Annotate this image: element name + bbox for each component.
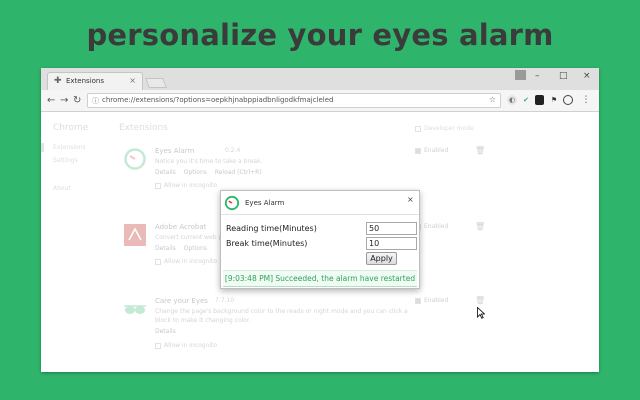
extension-links: Details Options Reload (Ctrl+R): [155, 169, 268, 176]
reload-link[interactable]: Reload (Ctrl+R): [215, 169, 262, 176]
extension-description: Change the page's background color to th…: [155, 308, 408, 315]
options-dialog: Eyes Alarm × Reading time(Minutes) Break…: [220, 190, 420, 289]
menu-icon[interactable]: ⋮: [581, 95, 591, 105]
dialog-close-icon[interactable]: ×: [407, 195, 414, 204]
extension-item-eyes-alarm: Eyes Alarm 0.2.4 Notice you it's time to…: [123, 146, 523, 195]
sidebar-active-marker: [41, 143, 44, 152]
dialog-title: Eyes Alarm: [245, 199, 285, 207]
extension-dark-icon[interactable]: [535, 95, 544, 105]
reading-time-input[interactable]: [366, 222, 417, 235]
new-tab-button[interactable]: [145, 78, 167, 88]
reading-time-label: Reading time(Minutes): [226, 224, 317, 233]
alarm-clock-icon: [224, 195, 240, 211]
dialog-header: Eyes Alarm ×: [221, 191, 419, 215]
extension-description-line2: block to make it changing color.: [155, 317, 251, 324]
extension-name: Care your Eyes: [155, 297, 208, 305]
extension-description: Notice you it's time to take a break.: [155, 158, 263, 165]
incognito-checkbox[interactable]: Allow in incognito: [155, 342, 217, 349]
headline: personalize your eyes alarm: [86, 18, 554, 52]
toolbar: ← → ↻ ⓘ chrome://extensions/?options=oep…: [41, 90, 599, 112]
sidebar-item-about[interactable]: About: [53, 185, 71, 192]
acrobat-icon: [124, 224, 146, 246]
break-time-input[interactable]: [366, 237, 417, 250]
address-bar[interactable]: ⓘ chrome://extensions/?options=oepkhjnab…: [87, 93, 501, 108]
trash-icon[interactable]: 🗑: [475, 222, 485, 231]
back-icon[interactable]: ←: [47, 95, 55, 106]
break-time-label: Break time(Minutes): [226, 239, 308, 248]
details-link[interactable]: Details: [155, 245, 176, 252]
incognito-checkbox[interactable]: Allow in incognito: [155, 258, 217, 265]
reload-icon[interactable]: ↻: [73, 95, 81, 106]
options-link[interactable]: Options: [184, 169, 207, 176]
page-title: Extensions: [119, 123, 168, 133]
sidebar-item-settings[interactable]: Settings: [53, 157, 78, 164]
extension-name: Eyes Alarm: [155, 147, 195, 155]
extension-description: Convert current web p: [155, 234, 223, 241]
trash-icon[interactable]: 🗑: [475, 146, 485, 155]
sidebar-title: Chrome: [53, 123, 89, 133]
browser-window: ✚ Extensions × – □ × ← → ↻ ⓘ chrome://ex…: [41, 68, 599, 372]
sidebar-item-extensions[interactable]: Extensions: [53, 144, 86, 151]
trash-icon[interactable]: 🗑: [475, 296, 485, 305]
apply-button[interactable]: Apply: [366, 252, 397, 265]
extension-item-care-your-eyes: Care your Eyes 7.7.10 Change the page's …: [123, 296, 523, 357]
details-link[interactable]: Details: [155, 328, 176, 335]
maximize-icon[interactable]: □: [559, 71, 568, 81]
star-icon[interactable]: ☆: [489, 95, 496, 104]
tab-bar: ✚ Extensions × – □ ×: [41, 68, 599, 90]
extension-name: Adobe Acrobat: [155, 223, 207, 231]
extension-leaf-icon[interactable]: ✔: [521, 95, 531, 105]
minimize-icon[interactable]: –: [535, 71, 540, 81]
alarm-extension-icon[interactable]: [563, 95, 573, 105]
extension-flag-icon[interactable]: ⚑: [549, 95, 559, 105]
tab-close-icon[interactable]: ×: [129, 76, 136, 85]
enabled-checkbox[interactable]: Enabled: [415, 297, 448, 304]
developer-mode-toggle[interactable]: Developer mode: [415, 125, 474, 132]
sunglasses-icon: [124, 305, 146, 314]
extension-icon[interactable]: ◐: [507, 95, 517, 105]
close-window-icon[interactable]: ×: [583, 71, 591, 81]
tab-title: Extensions: [66, 77, 105, 85]
extension-version: 0.2.4: [225, 147, 241, 154]
forward-icon[interactable]: →: [60, 95, 68, 106]
info-icon[interactable]: ⓘ: [92, 96, 99, 106]
profile-icon[interactable]: [515, 70, 526, 80]
url-text: chrome://extensions/?options=oepkhjnabpp…: [102, 96, 334, 104]
incognito-checkbox[interactable]: Allow in incognito: [155, 182, 217, 189]
alarm-clock-icon: [124, 148, 146, 170]
cursor-icon: [477, 307, 485, 319]
options-link[interactable]: Options: [184, 245, 207, 252]
extension-links: Details: [155, 328, 182, 335]
extension-links: Details Options: [155, 245, 213, 252]
details-link[interactable]: Details: [155, 169, 176, 176]
extension-version: 7.7.10: [215, 297, 235, 304]
status-message: [9:03:48 PM] Succeeded, the alarm have r…: [223, 270, 417, 287]
tab-extensions[interactable]: ✚ Extensions ×: [47, 72, 143, 90]
puzzle-icon: ✚: [54, 76, 62, 86]
enabled-checkbox[interactable]: Enabled: [415, 147, 448, 154]
